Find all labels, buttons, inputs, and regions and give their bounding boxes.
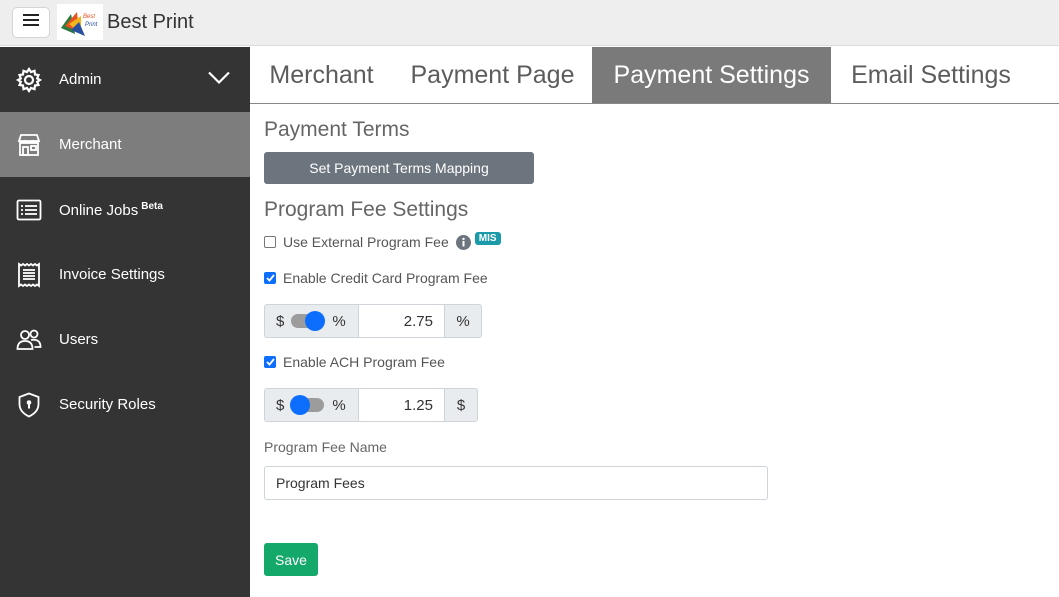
percent-label: % bbox=[332, 396, 346, 414]
sidebar-item-label: Merchant bbox=[59, 136, 122, 153]
use-external-program-fee-label: Use External Program Fee bbox=[283, 234, 449, 250]
tab-payment-page[interactable]: Payment Page bbox=[393, 47, 592, 103]
top-bar: Best Print Best Print bbox=[0, 0, 1059, 46]
switch-knob bbox=[290, 395, 311, 415]
brand-logo: Best Print bbox=[57, 4, 103, 40]
hamburger-icon bbox=[23, 13, 39, 32]
ach-fee-row: Enable ACH Program Fee bbox=[264, 353, 445, 371]
ach-fee-input[interactable]: 1.25 bbox=[359, 388, 445, 422]
credit-card-fee-input[interactable]: 2.75 bbox=[359, 304, 445, 338]
sidebar-item-label: Online Jobs Beta bbox=[59, 201, 163, 219]
chevron-down-icon bbox=[207, 70, 231, 89]
program-fee-name-input[interactable]: Program Fees bbox=[264, 466, 768, 500]
credit-card-fee-type-toggle: $ % bbox=[264, 304, 359, 338]
shield-icon bbox=[16, 392, 42, 418]
ach-fee-checkbox[interactable] bbox=[264, 356, 276, 368]
sidebar: Admin Merchant Online Jobs Beta Invoice … bbox=[0, 47, 250, 597]
tab-email-settings[interactable]: Email Settings bbox=[831, 47, 1031, 103]
svg-text:Best: Best bbox=[83, 14, 95, 20]
sidebar-item-label: Users bbox=[59, 331, 99, 348]
beta-badge: Beta bbox=[141, 200, 163, 212]
store-icon bbox=[16, 132, 42, 158]
tab-merchant[interactable]: Merchant bbox=[250, 47, 393, 103]
credit-card-fee-label: Enable Credit Card Program Fee bbox=[283, 270, 488, 286]
ach-fee-unit: $ bbox=[445, 388, 478, 422]
mis-badge: MIS bbox=[474, 231, 501, 245]
dollar-label: $ bbox=[276, 396, 285, 414]
sidebar-item-invoice-settings[interactable]: Invoice Settings bbox=[0, 242, 250, 307]
save-button[interactable]: Save bbox=[264, 543, 318, 576]
program-fee-name-label: Program Fee Name bbox=[264, 439, 387, 455]
tab-payment-settings[interactable]: Payment Settings bbox=[592, 47, 831, 103]
info-icon[interactable] bbox=[455, 234, 471, 250]
use-external-program-fee-row: Use External Program Fee MIS bbox=[264, 231, 501, 251]
sidebar-item-label: Admin bbox=[59, 71, 102, 88]
sidebar-item-label: Invoice Settings bbox=[59, 266, 165, 283]
credit-card-fee-row: Enable Credit Card Program Fee bbox=[264, 269, 488, 287]
tab-bar: Merchant Payment Page Payment Settings E… bbox=[250, 47, 1059, 104]
gear-icon bbox=[16, 66, 42, 93]
percent-label: % bbox=[332, 312, 346, 330]
sidebar-item-admin[interactable]: Admin bbox=[0, 47, 250, 112]
credit-card-fee-input-group: $ % 2.75 % bbox=[264, 304, 482, 338]
users-icon bbox=[16, 327, 42, 353]
use-external-program-fee-checkbox[interactable] bbox=[264, 236, 276, 248]
credit-card-fee-type-switch[interactable] bbox=[291, 311, 326, 331]
svg-text:Print: Print bbox=[85, 22, 98, 28]
set-payment-terms-mapping-button[interactable]: Set Payment Terms Mapping bbox=[264, 152, 534, 184]
ach-fee-input-group: $ % 1.25 $ bbox=[264, 388, 478, 422]
sidebar-item-online-jobs[interactable]: Online Jobs Beta bbox=[0, 177, 250, 242]
dollar-label: $ bbox=[276, 312, 285, 330]
credit-card-fee-checkbox[interactable] bbox=[264, 272, 276, 284]
list-icon bbox=[16, 197, 42, 223]
program-fee-settings-heading: Program Fee Settings bbox=[264, 198, 469, 221]
credit-card-fee-unit: % bbox=[445, 304, 482, 338]
sidebar-item-security-roles[interactable]: Security Roles bbox=[0, 372, 250, 437]
ach-fee-type-toggle: $ % bbox=[264, 388, 359, 422]
online-jobs-text: Online Jobs bbox=[59, 201, 139, 219]
switch-knob bbox=[305, 311, 326, 331]
sidebar-item-users[interactable]: Users bbox=[0, 307, 250, 372]
ach-fee-label: Enable ACH Program Fee bbox=[283, 354, 445, 370]
hamburger-menu-button[interactable] bbox=[12, 7, 50, 38]
sidebar-item-label: Security Roles bbox=[59, 396, 156, 413]
payment-terms-heading: Payment Terms bbox=[264, 118, 410, 141]
app-title: Best Print bbox=[107, 11, 194, 33]
invoice-icon bbox=[16, 261, 42, 288]
sidebar-item-merchant[interactable]: Merchant bbox=[0, 112, 250, 177]
ach-fee-type-switch[interactable] bbox=[290, 395, 325, 415]
